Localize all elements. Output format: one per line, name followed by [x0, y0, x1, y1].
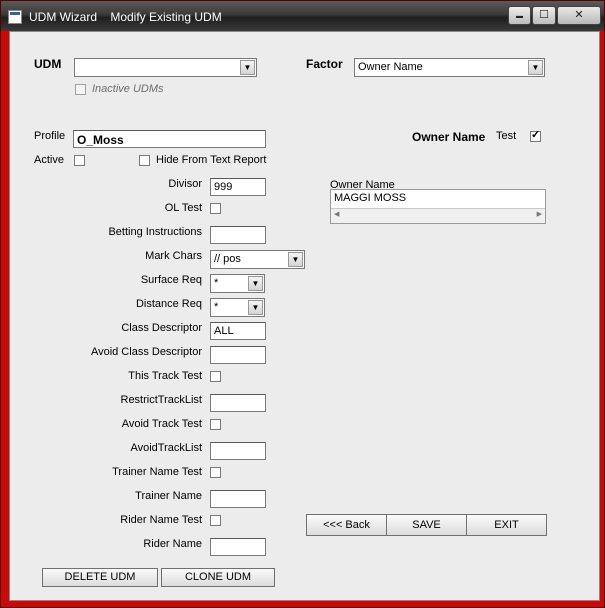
- ol-test-checkbox[interactable]: [210, 203, 221, 214]
- owner-test-checkbox[interactable]: ✓: [530, 129, 541, 142]
- restrict-track-list-label: RestrictTrackList: [120, 394, 203, 406]
- exit-button[interactable]: EXIT: [466, 514, 547, 536]
- back-button[interactable]: <<< Back: [306, 514, 387, 536]
- distance-req-select[interactable]: * ▼: [210, 298, 265, 317]
- surface-req-value: *: [214, 277, 219, 289]
- udm-select[interactable]: ▼: [74, 58, 257, 77]
- app-icon: [8, 10, 22, 24]
- chevron-down-icon[interactable]: ▼: [240, 60, 255, 75]
- factor-label: Factor: [306, 57, 343, 71]
- betting-instructions-input[interactable]: [210, 226, 266, 244]
- chevron-down-icon[interactable]: ▼: [248, 300, 263, 315]
- trainer-name-input[interactable]: [210, 490, 266, 508]
- horizontal-scrollbar[interactable]: ◀ ▶: [331, 208, 545, 223]
- trainer-name-test-checkbox[interactable]: [210, 467, 221, 478]
- chevron-down-icon[interactable]: ▼: [248, 276, 263, 291]
- delete-udm-button[interactable]: DELETE UDM: [42, 568, 158, 587]
- avoid-class-descriptor-input[interactable]: [210, 346, 266, 364]
- client-area: UDM ▼ Inactive UDMs Factor Owner Name ▼ …: [9, 31, 600, 601]
- inactive-udms-checkbox[interactable]: [75, 84, 86, 95]
- list-item[interactable]: MAGGI MOSS: [334, 192, 406, 204]
- avoid-track-test-checkbox[interactable]: [210, 419, 221, 430]
- check-icon: ✓: [531, 129, 541, 141]
- avoid-track-list-label: AvoidTrackList: [130, 442, 202, 454]
- distance-req-label: Distance Req: [135, 298, 202, 310]
- owner-name-listbox[interactable]: MAGGI MOSS ◀ ▶: [330, 189, 546, 224]
- mark-chars-value: // pos: [214, 253, 241, 265]
- save-button[interactable]: SAVE: [386, 514, 467, 536]
- window-title: UDM Wizard Modify Existing UDM: [29, 10, 222, 24]
- maximize-icon: ☐: [539, 9, 549, 21]
- window: UDM Wizard Modify Existing UDM ▬ ☐ ✕ UDM…: [0, 0, 605, 608]
- factor-value: Owner Name: [358, 61, 423, 73]
- scroll-right-icon[interactable]: ▶: [537, 210, 542, 218]
- scroll-left-icon[interactable]: ◀: [334, 210, 339, 218]
- rider-name-test-label: Rider Name Test: [120, 514, 202, 526]
- this-track-test-label: This Track Test: [128, 370, 202, 382]
- trainer-name-label: Trainer Name: [135, 490, 202, 502]
- maximize-button[interactable]: ☐: [532, 6, 556, 25]
- profile-label: Profile: [34, 130, 66, 142]
- surface-req-select[interactable]: * ▼: [210, 274, 265, 293]
- minimize-icon: ▬: [516, 13, 523, 20]
- chevron-down-icon[interactable]: ▼: [528, 60, 543, 75]
- rider-name-input[interactable]: [210, 538, 266, 556]
- close-button[interactable]: ✕: [557, 6, 601, 25]
- title-bar[interactable]: UDM Wizard Modify Existing UDM ▬ ☐ ✕: [1, 1, 604, 31]
- minimize-button[interactable]: ▬: [508, 6, 531, 25]
- hide-from-text-report-label: Hide From Text Report: [156, 154, 267, 166]
- rider-name-test-checkbox[interactable]: [210, 515, 221, 526]
- restrict-track-list-input[interactable]: [210, 394, 266, 412]
- chevron-down-icon[interactable]: ▼: [288, 252, 303, 267]
- profile-input[interactable]: O_Moss: [73, 130, 266, 148]
- test-label: Test: [496, 130, 517, 142]
- rider-name-label: Rider Name: [143, 538, 202, 550]
- close-icon: ✕: [574, 9, 584, 21]
- active-checkbox[interactable]: [74, 155, 85, 166]
- inactive-udms-label: Inactive UDMs: [92, 83, 164, 95]
- active-label: Active: [34, 154, 64, 166]
- distance-req-value: *: [214, 301, 219, 313]
- avoid-track-test-label: Avoid Track Test: [121, 418, 202, 430]
- avoid-class-descriptor-label: Avoid Class Descriptor: [90, 346, 202, 358]
- betting-instructions-label: Betting Instructions: [108, 226, 202, 238]
- class-descriptor-input[interactable]: ALL: [210, 322, 266, 340]
- mark-chars-label: Mark Chars: [145, 250, 202, 262]
- avoid-track-list-input[interactable]: [210, 442, 266, 460]
- factor-select[interactable]: Owner Name ▼: [354, 58, 545, 77]
- trainer-name-test-label: Trainer Name Test: [112, 466, 202, 478]
- udm-label: UDM: [34, 57, 62, 71]
- divisor-label: Divisor: [168, 178, 202, 190]
- surface-req-label: Surface Req: [140, 274, 202, 286]
- mark-chars-select[interactable]: // pos ▼: [210, 250, 305, 269]
- ol-test-label: OL Test: [164, 202, 202, 214]
- clone-udm-button[interactable]: CLONE UDM: [161, 568, 275, 587]
- owner-name-header: Owner Name: [412, 130, 486, 144]
- this-track-test-checkbox[interactable]: [210, 371, 221, 382]
- hide-from-text-report-checkbox[interactable]: [139, 155, 150, 166]
- class-descriptor-label: Class Descriptor: [121, 322, 202, 334]
- divisor-input[interactable]: 999: [210, 178, 266, 196]
